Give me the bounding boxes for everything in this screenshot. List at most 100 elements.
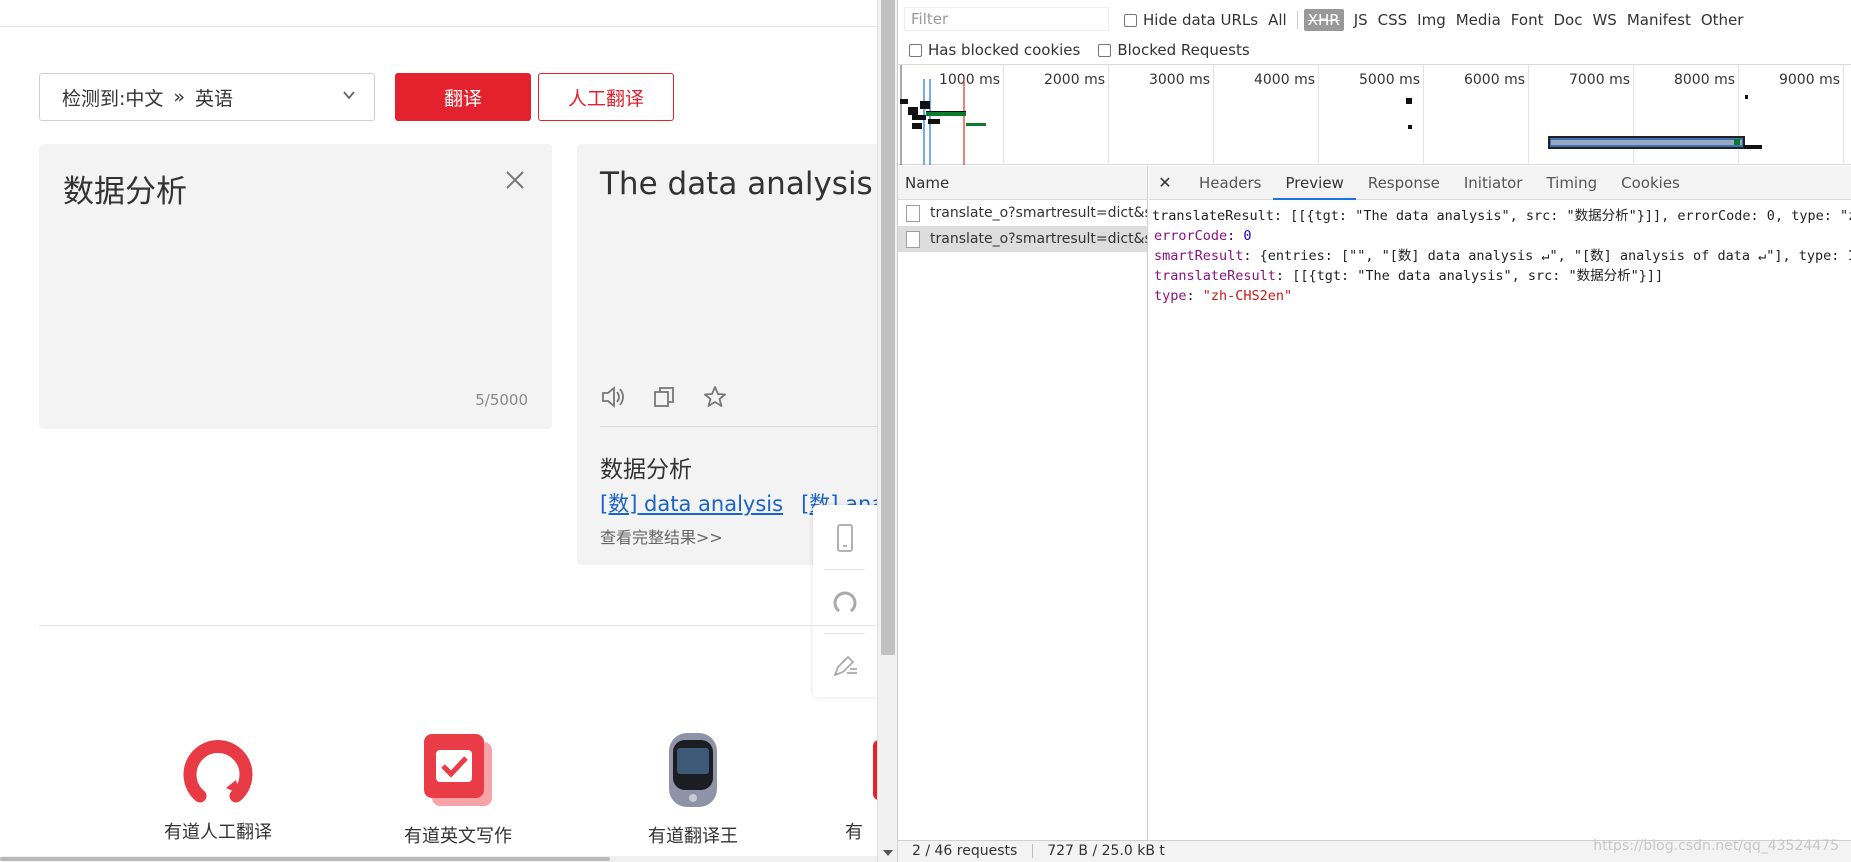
youdao-english-writing-icon: [424, 734, 492, 806]
has-blocked-cookies-checkbox[interactable]: Has blocked cookies: [909, 41, 1080, 59]
product-partial[interactable]: 有: [845, 730, 877, 844]
file-icon: [906, 204, 920, 222]
toolbar-divider: [1296, 11, 1298, 29]
youdao-translate-page: 检测到: 中文 » 英语 翻译 人工翻译 数据分析 5/5000 The dat…: [0, 0, 877, 862]
edit-icon[interactable]: [830, 651, 860, 681]
property-key: smartResult: [1154, 248, 1244, 264]
type-filter-all[interactable]: All: [1268, 11, 1287, 29]
preview-property[interactable]: smartResult: {entries: ["", "[数] data an…: [1149, 246, 1851, 266]
request-name: translate_o?smartresult=dict&smartresult…: [930, 205, 1147, 221]
dictionary-heading: 数据分析: [600, 457, 692, 483]
filter-input[interactable]: Filter: [904, 7, 1109, 31]
type-filter-manifest[interactable]: Manifest: [1627, 11, 1691, 29]
checkbox-label: Hide data URLs: [1143, 11, 1259, 29]
source-text-area[interactable]: 数据分析 5/5000: [39, 144, 552, 429]
status-divider: [1031, 844, 1033, 858]
network-timeline-overview[interactable]: 1000 ms 2000 ms 3000 ms 4000 ms 5000 ms …: [898, 64, 1851, 165]
property-value: {entries: ["", "[数] data analysis ↵", "[…: [1259, 248, 1851, 264]
request-name: translate_o?smartresult=dict&smartresult…: [930, 231, 1147, 247]
request-row-selected[interactable]: translate_o?smartresult=dict&smartresult…: [898, 226, 1147, 252]
preview-property[interactable]: type: "zh-CHS2en": [1149, 286, 1851, 306]
speaker-icon[interactable]: [600, 384, 626, 410]
tab-cookies[interactable]: Cookies: [1609, 166, 1692, 200]
type-filter-font[interactable]: Font: [1511, 11, 1544, 29]
close-icon[interactable]: ✕: [1153, 173, 1177, 192]
product-english-writing[interactable]: 有道英文写作: [373, 730, 543, 848]
preview-property[interactable]: translateResult: [[{tgt: "The data analy…: [1149, 266, 1851, 286]
source-text[interactable]: 数据分析: [63, 166, 187, 211]
tab-initiator[interactable]: Initiator: [1452, 166, 1535, 200]
request-count: 2 / 46 requests: [912, 843, 1018, 859]
type-filter-js[interactable]: JS: [1354, 11, 1368, 29]
feedback-loop-icon[interactable]: [830, 587, 860, 617]
tab-headers[interactable]: Headers: [1187, 166, 1273, 200]
property-key: translateResult: [1154, 268, 1276, 284]
source-language: 中文: [125, 87, 164, 110]
request-row[interactable]: translate_o?smartresult=dict&smartresult…: [898, 200, 1147, 226]
full-result-link[interactable]: 查看完整结果>>: [600, 524, 723, 548]
section-divider: [39, 625, 877, 626]
product-translator-device[interactable]: 有道翻译王: [608, 730, 778, 848]
translation-result-panel: The data analysis 数据分析 [数] data analysis…: [577, 144, 877, 565]
tab-timing[interactable]: Timing: [1534, 166, 1609, 200]
watermark-text: https://blog.csdn.net/qq_43524475: [1593, 838, 1839, 854]
horizontal-scrollbar[interactable]: [0, 856, 877, 862]
chevron-down-icon: [343, 91, 355, 100]
blocked-filter-toolbar: Has blocked cookies Blocked Requests: [909, 39, 1268, 61]
detail-tabs: ✕ Headers Preview Response Initiator Tim…: [1149, 166, 1851, 200]
type-filter-img[interactable]: Img: [1417, 11, 1446, 29]
vertical-scrollbar[interactable]: [877, 0, 897, 862]
checkbox-box[interactable]: [1124, 13, 1137, 27]
language-select[interactable]: 检测到: 中文 » 英语: [39, 73, 375, 121]
product-label: 有道人工翻译: [164, 822, 272, 843]
type-filter-ws[interactable]: WS: [1592, 11, 1616, 29]
detected-label: 检测到:: [62, 87, 126, 110]
property-value: "zh-CHS2en": [1202, 288, 1293, 304]
star-icon[interactable]: [702, 384, 728, 410]
close-icon[interactable]: [504, 169, 526, 191]
hide-data-urls-checkbox[interactable]: Hide data URLs: [1124, 11, 1258, 29]
human-translate-button[interactable]: 人工翻译: [538, 73, 674, 121]
preview-property[interactable]: errorCode: 0: [1149, 226, 1851, 246]
type-filter-xhr[interactable]: XHR: [1303, 9, 1344, 31]
type-filter-css[interactable]: CSS: [1378, 11, 1408, 29]
target-language: 英语: [195, 87, 234, 110]
scroll-down-arrow[interactable]: [883, 850, 893, 856]
transfer-size: 727 B / 25.0 kB t: [1047, 843, 1165, 859]
screen: 检测到: 中文 » 英语 翻译 人工翻译 数据分析 5/5000 The dat…: [0, 0, 1851, 862]
checkbox-box[interactable]: [909, 43, 922, 57]
product-label: 有道翻译王: [648, 826, 738, 847]
floating-sidebar: [813, 505, 877, 697]
scrollbar-thumb[interactable]: [0, 857, 610, 861]
mobile-phone-icon[interactable]: [830, 523, 860, 553]
request-detail-panel: ✕ Headers Preview Response Initiator Tim…: [1149, 166, 1851, 840]
checkbox-label: Has blocked cookies: [928, 41, 1081, 59]
type-filter-other[interactable]: Other: [1701, 11, 1744, 29]
scrollbar-thumb[interactable]: [881, 0, 895, 655]
dictionary-link[interactable]: [数] data analysis: [600, 492, 783, 516]
type-filter-doc[interactable]: Doc: [1553, 11, 1582, 29]
property-key: type: [1154, 288, 1187, 304]
name-column-header[interactable]: Name: [898, 166, 1147, 200]
filter-toolbar: Hide data URLs All XHR JS CSS Img Media …: [1124, 7, 1753, 33]
tab-preview[interactable]: Preview: [1273, 166, 1356, 200]
tab-response[interactable]: Response: [1356, 166, 1452, 200]
product-row: 有道人工翻译 有道英文写作 有道翻译王 有: [0, 730, 877, 862]
request-name-column: Name translate_o?smartresult=dict&smartr…: [898, 166, 1148, 862]
translation-text: The data analysis: [600, 166, 873, 202]
file-icon: [906, 230, 920, 248]
youdao-translator-device-icon: [669, 733, 717, 807]
copy-icon[interactable]: [651, 384, 677, 410]
translate-button[interactable]: 翻译: [395, 73, 531, 121]
product-human-translate[interactable]: 有道人工翻译: [133, 730, 303, 844]
devtools-network-panel: Filter Hide data URLs All XHR JS CSS Img…: [897, 0, 1851, 862]
youdao-product-icon: [873, 740, 877, 800]
preview-summary-line[interactable]: translateResult: [[{tgt: "The data analy…: [1149, 206, 1851, 226]
product-label: 有: [845, 822, 863, 843]
property-key: errorCode: [1154, 228, 1228, 244]
result-actions: [600, 384, 728, 410]
type-filter-media[interactable]: Media: [1456, 11, 1501, 29]
blocked-requests-checkbox[interactable]: Blocked Requests: [1098, 41, 1250, 59]
json-preview: translateResult: [[{tgt: "The data analy…: [1149, 206, 1851, 306]
checkbox-box[interactable]: [1098, 43, 1112, 57]
